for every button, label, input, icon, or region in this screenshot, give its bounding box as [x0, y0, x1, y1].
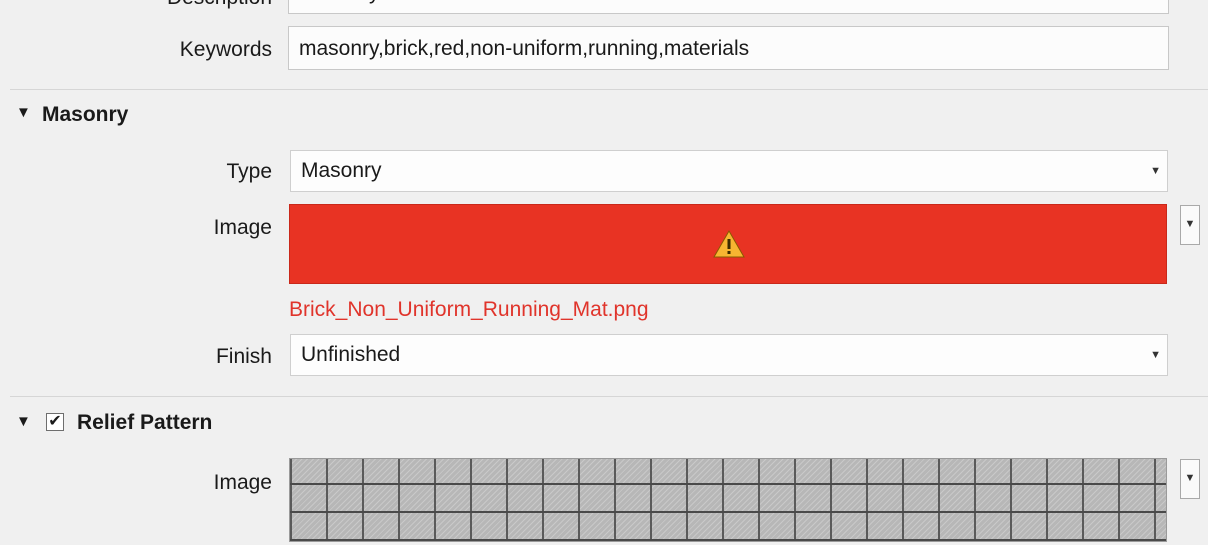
chevron-down-icon: ▼: [1184, 218, 1196, 230]
relief-image-label: Image: [213, 471, 272, 494]
keywords-field[interactable]: masonry,brick,red,non-uniform,running,ma…: [288, 26, 1169, 70]
finish-label: Finish: [215, 345, 272, 368]
chevron-down-icon: ▼: [1150, 165, 1161, 177]
finish-select[interactable]: Unfinished ▼: [290, 334, 1168, 376]
relief-pattern-brick-image[interactable]: [289, 458, 1167, 542]
warning-icon: [713, 229, 745, 258]
masonry-section-title: Masonry: [42, 103, 129, 126]
chevron-down-icon: ▼: [1184, 472, 1196, 484]
description-field[interactable]: Masonry and CMU material: [288, 0, 1169, 14]
type-select[interactable]: Masonry ▼: [290, 150, 1168, 192]
relief-pattern-section-title: Relief Pattern: [77, 411, 213, 434]
image-filename: Brick_Non_Uniform_Running_Mat.png: [289, 298, 649, 321]
section-divider: [10, 89, 1208, 90]
collapse-triangle-icon[interactable]: ▼: [16, 104, 31, 121]
missing-image-preview[interactable]: [289, 204, 1167, 284]
collapse-triangle-icon[interactable]: ▼: [16, 413, 31, 430]
relief-image-options-button[interactable]: ▼: [1180, 459, 1200, 499]
image-label: Image: [213, 216, 272, 239]
checkmark-icon: ✔: [48, 413, 62, 430]
relief-pattern-checkbox[interactable]: ✔: [46, 413, 64, 431]
section-divider: [10, 396, 1208, 397]
image-options-button[interactable]: ▼: [1180, 205, 1200, 245]
keywords-label: Keywords: [179, 38, 272, 61]
description-label: Description: [0, 0, 272, 10]
type-select-value: Masonry: [301, 159, 382, 182]
type-label: Type: [226, 160, 272, 183]
finish-select-value: Unfinished: [301, 343, 401, 366]
chevron-down-icon: ▼: [1150, 349, 1161, 361]
